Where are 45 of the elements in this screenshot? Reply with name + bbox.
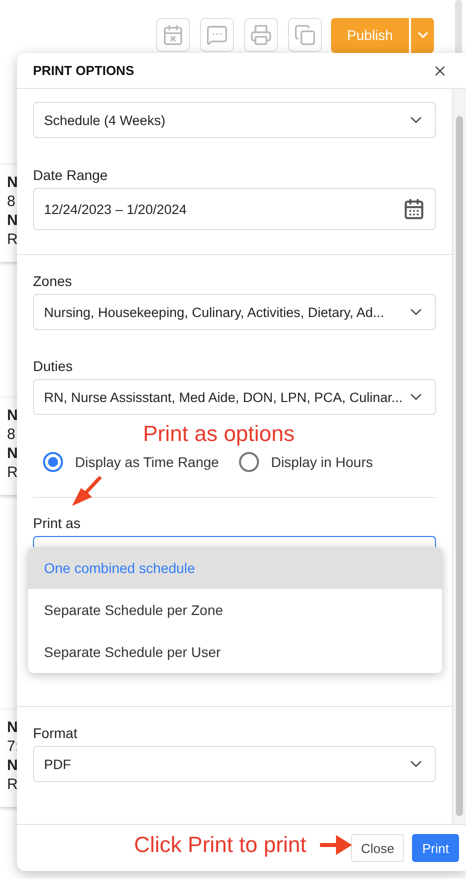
calendar-icon [403,198,425,220]
card-text: R [7,231,18,248]
radio-button[interactable] [43,452,63,472]
dialog-title: PRINT OPTIONS [33,63,134,78]
radio-label: Display in Hours [270,454,373,470]
print-button[interactable]: Print [412,834,459,862]
printer-icon [250,24,272,46]
dropdown-option[interactable]: Separate Schedule per Zone [28,589,442,631]
field-label: Zones [33,272,73,290]
annotation-text: Print as options [143,421,295,447]
select-field[interactable]: Schedule (4 Weeks) [33,102,436,138]
card-text: 8 [7,426,16,443]
printer-button[interactable] [244,18,278,52]
select-field[interactable]: Nursing, Housekeeping, Culinary, Activities, Dietary, Ad... [33,294,436,330]
speech-bubble-icon [206,24,228,46]
card-text: R [7,464,18,481]
radio-label: Display as Time Range [75,454,219,470]
scrollbar[interactable] [456,116,463,816]
card-text: N [7,174,18,191]
annotation-arrow [320,834,352,856]
speech-bubble-button[interactable] [200,18,234,52]
copy-icon [294,24,316,46]
select-field[interactable]: PDF [33,746,436,782]
card-text: N [7,757,18,774]
field-label: Duties [33,357,74,375]
card-text: R [7,776,18,793]
select-field[interactable]: RN, Nurse Assisstant, Med Aide, DON, LPN, PCA, Culinar... [33,379,436,415]
card-text: N [7,212,18,229]
field-label: Format [33,724,78,742]
field-label: Date Range [33,166,109,184]
calendar-x-button[interactable] [156,18,190,52]
date-range-field[interactable]: 12/24/2023 – 1/20/2024 [33,188,436,230]
annotation-text: Click Print to print [134,832,306,858]
close-button[interactable]: Close [351,834,404,862]
card-text: 8 [7,193,16,210]
card-text: N [7,445,18,462]
radio-button[interactable] [238,452,259,472]
field-label: Print as [33,514,82,532]
card-text: N [7,719,18,736]
dropdown-option[interactable]: Separate Schedule per User [28,631,442,673]
publish-menu-button[interactable] [411,18,434,52]
copy-button[interactable] [288,18,322,52]
calendar-x-icon [162,24,184,46]
annotation-arrow [70,476,104,508]
card-text: N [7,407,18,424]
